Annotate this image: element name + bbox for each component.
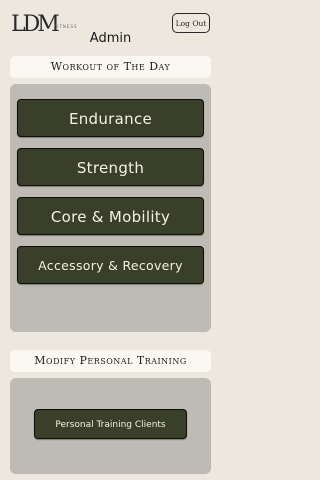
logout-button[interactable]: Log Out [172, 13, 210, 33]
pt-section-title: Modify Personal Training [10, 350, 211, 372]
accessory-recovery-button[interactable]: Accessory & Recovery [17, 246, 204, 284]
strength-button[interactable]: Strength [17, 148, 204, 186]
logo-subtitle: FITNESS [54, 24, 78, 29]
core-mobility-button[interactable]: Core & Mobility [17, 197, 204, 235]
top-bar: LDM FITNESS Admin Log Out [0, 0, 221, 52]
wod-section-title: Workout of The Day [10, 56, 211, 78]
personal-training-clients-button[interactable]: Personal Training Clients [34, 409, 187, 439]
endurance-button[interactable]: Endurance [17, 99, 204, 137]
